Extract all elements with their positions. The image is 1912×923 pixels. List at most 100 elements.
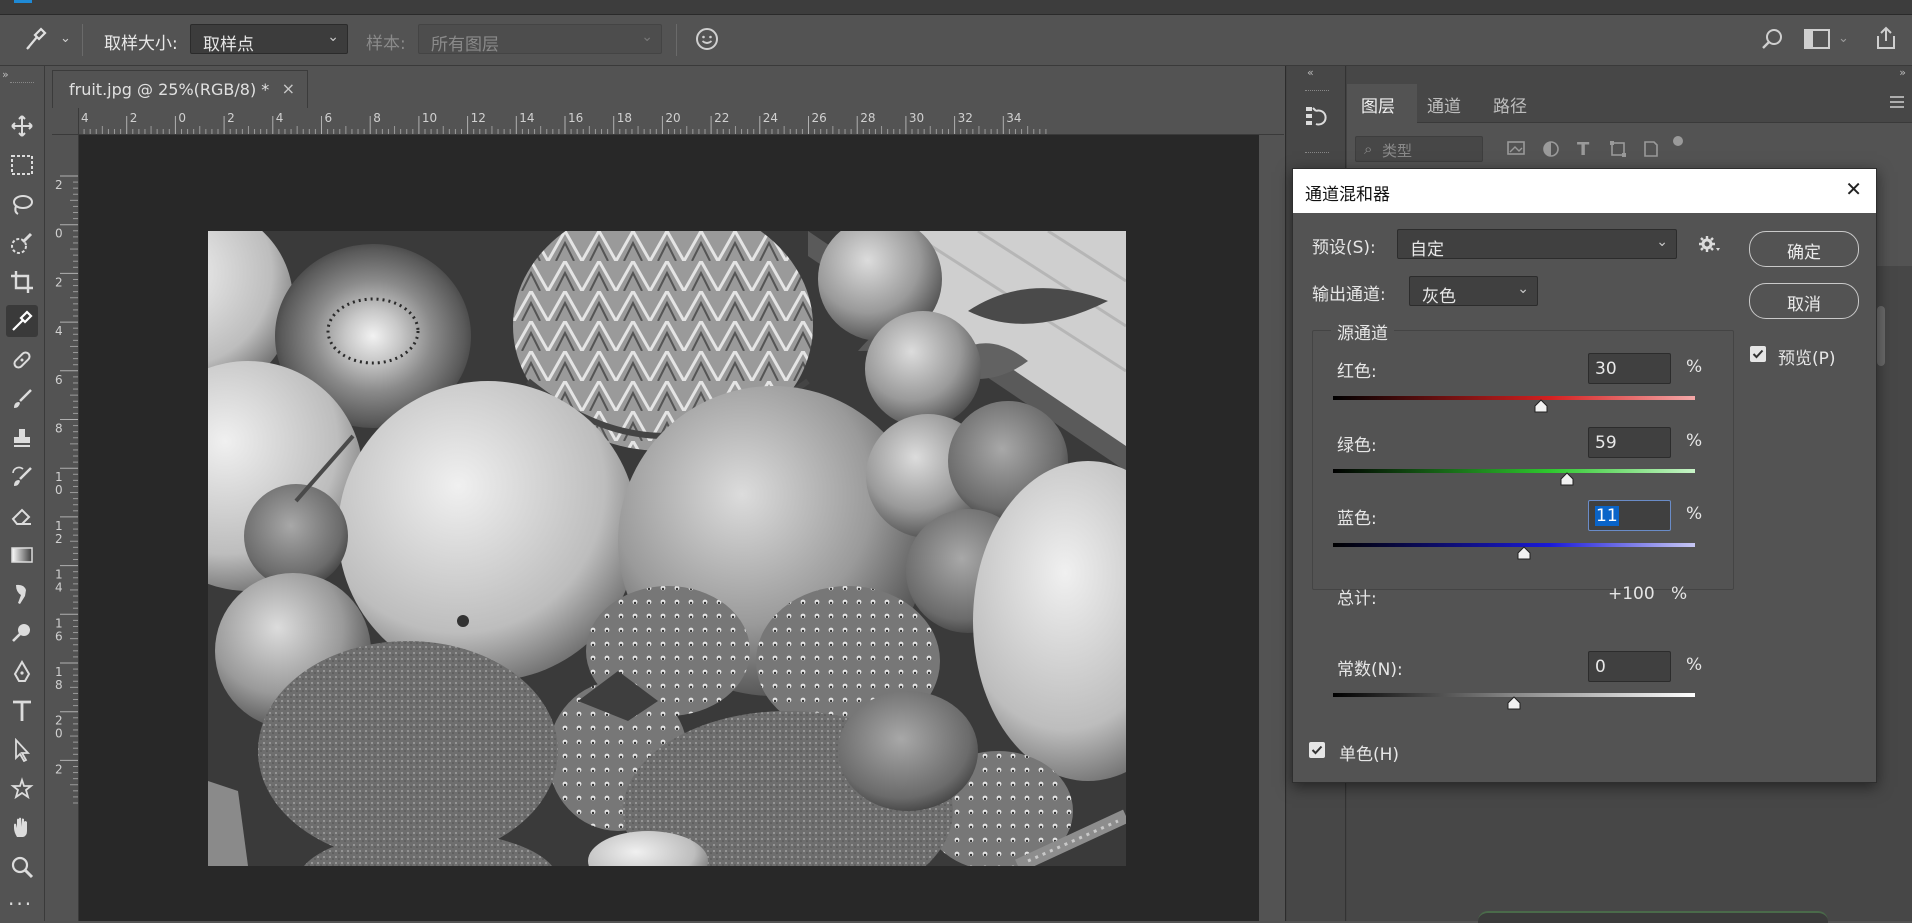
- red-slider-thumb[interactable]: [1534, 398, 1548, 417]
- vertical-ruler[interactable]: 2024681012141618202: [52, 134, 79, 921]
- healing-brush-tool-icon[interactable]: [6, 344, 38, 376]
- dialog-titlebar[interactable]: 通道混和器 ✕: [1293, 169, 1876, 213]
- sample-size-select[interactable]: 取样点 ⌄: [190, 24, 348, 55]
- crop-tool-icon[interactable]: [6, 266, 38, 298]
- panel-grip[interactable]: [1305, 152, 1329, 153]
- workspace-icon[interactable]: [1804, 29, 1830, 53]
- output-channel-select[interactable]: 灰色 ⌄: [1409, 276, 1538, 307]
- ruler-tick-label: 0: [55, 483, 63, 497]
- cancel-button[interactable]: 取消: [1749, 283, 1859, 319]
- ruler-tick-label: 2: [55, 532, 63, 546]
- stamp-tool-icon[interactable]: [6, 422, 38, 454]
- ruler-tick-label: 1: [55, 616, 63, 630]
- panel-menu-icon[interactable]: [1889, 94, 1905, 113]
- collapse-arrows-icon[interactable]: »: [1899, 66, 1906, 79]
- collapse-arrows-icon[interactable]: «: [1307, 66, 1314, 79]
- ruler-tick-label: 1: [55, 665, 63, 679]
- blue-slider-track[interactable]: [1333, 543, 1695, 547]
- smudge-tool-icon[interactable]: [6, 578, 38, 610]
- preview-checkbox[interactable]: [1750, 346, 1766, 362]
- panel-grip[interactable]: [1305, 90, 1329, 91]
- total-label: 总计:: [1337, 589, 1377, 609]
- collapse-arrows-icon[interactable]: »: [2, 68, 9, 81]
- lasso-tool-icon[interactable]: [6, 188, 38, 220]
- blue-slider-thumb[interactable]: [1517, 545, 1531, 564]
- total-value: +100: [1608, 584, 1655, 604]
- search-icon[interactable]: [1760, 27, 1784, 55]
- ruler-tick-label: 0: [55, 727, 63, 741]
- panel-header: »: [1347, 66, 1912, 84]
- ruler-tick-label: 32: [958, 111, 973, 125]
- filter-toggle[interactable]: [1673, 136, 1683, 146]
- dodge-tool-icon[interactable]: [6, 617, 38, 649]
- type-tool-icon[interactable]: [6, 695, 38, 727]
- hand-tool-icon[interactable]: [6, 812, 38, 844]
- ruler-ticks: 2024681012141618202: [55, 175, 78, 804]
- filter-type-icon[interactable]: T: [1577, 139, 1589, 160]
- eyedropper-tool-preset-icon[interactable]: [24, 26, 48, 56]
- sample-select[interactable]: 所有图层 ⌄: [418, 24, 662, 55]
- smiley-icon[interactable]: [694, 26, 720, 56]
- document-tab[interactable]: fruit.jpg @ 25%(RGB/8) * ×: [52, 70, 308, 108]
- constant-label: 常数(N):: [1337, 660, 1403, 680]
- quick-selection-tool-icon[interactable]: [6, 227, 38, 259]
- channel-mixer-dialog: 通道混和器 ✕ 预设(S): 自定 ⌄ 输出通道: 灰色 ⌄ 源通道 红色: 3…: [1292, 168, 1877, 783]
- gradient-tool-icon[interactable]: [6, 539, 38, 571]
- output-channel-value: 灰色: [1422, 287, 1456, 307]
- close-tab-icon[interactable]: ×: [282, 79, 295, 98]
- tool-preset-chevron-icon[interactable]: ⌄: [60, 31, 71, 46]
- ruler-tick-label: 6: [55, 629, 63, 643]
- blue-input[interactable]: 11: [1588, 500, 1671, 531]
- scrollbar-thumb[interactable]: [1877, 306, 1885, 366]
- preset-select[interactable]: 自定 ⌄: [1397, 229, 1677, 260]
- share-icon[interactable]: [1874, 25, 1898, 55]
- pen-tool-icon[interactable]: [6, 656, 38, 688]
- ruler-origin[interactable]: [52, 108, 79, 135]
- toolbar-grip[interactable]: [10, 82, 34, 85]
- close-icon[interactable]: ✕: [1845, 177, 1862, 201]
- brush-tool-icon[interactable]: [6, 383, 38, 415]
- history-brush-tool-icon[interactable]: [6, 461, 38, 493]
- layer-filter-select[interactable]: ⌕ 类型: [1355, 136, 1483, 162]
- tab-layers[interactable]: 图层: [1347, 84, 1418, 122]
- green-input[interactable]: 59: [1588, 427, 1671, 458]
- monochrome-checkbox[interactable]: [1309, 742, 1325, 758]
- output-channel-label: 输出通道:: [1312, 285, 1386, 305]
- filter-smart-object-icon[interactable]: [1642, 140, 1660, 162]
- red-slider-track[interactable]: [1333, 396, 1695, 400]
- marquee-tool-icon[interactable]: [6, 149, 38, 181]
- path-selection-tool-icon[interactable]: [6, 734, 38, 766]
- ruler-tick-label: 2: [227, 111, 235, 125]
- source-channels-label: 源通道: [1331, 319, 1394, 344]
- workspace-chevron-icon[interactable]: ⌄: [1838, 31, 1849, 46]
- horizontal-ruler[interactable]: 4 2 0 2 4 6 8 10 12 14 16 18 20 22 24 26 28 30 32 34: [52, 108, 1284, 135]
- custom-shape-tool-icon[interactable]: [6, 773, 38, 805]
- filter-adjustment-icon[interactable]: [1542, 140, 1560, 162]
- separator: [676, 24, 677, 56]
- history-icon[interactable]: [1303, 104, 1331, 136]
- eraser-tool-icon[interactable]: [6, 500, 38, 532]
- more-tools-icon[interactable]: ···: [8, 892, 33, 916]
- zoom-tool-icon[interactable]: [6, 851, 38, 883]
- tab-paths[interactable]: 路径: [1493, 92, 1527, 117]
- preview-label: 预览(P): [1778, 349, 1836, 369]
- green-slider-thumb[interactable]: [1560, 471, 1574, 490]
- ruler-tick-label: 8: [55, 422, 63, 436]
- tab-channels[interactable]: 通道: [1427, 92, 1461, 117]
- filter-image-icon[interactable]: [1507, 140, 1525, 160]
- constant-slider-thumb[interactable]: [1507, 695, 1521, 714]
- constant-input[interactable]: 0: [1588, 651, 1671, 682]
- preset-options-gear-icon[interactable]: [1696, 231, 1722, 261]
- red-input[interactable]: 30: [1588, 353, 1671, 384]
- ruler-tick-label: 12: [471, 111, 486, 125]
- green-slider-track[interactable]: [1333, 469, 1695, 473]
- ok-button[interactable]: 确定: [1749, 231, 1859, 267]
- move-tool-icon[interactable]: [6, 110, 38, 142]
- ruler-tick-label: 0: [55, 227, 63, 241]
- eyedropper-tool-icon[interactable]: [6, 305, 38, 337]
- filter-shape-icon[interactable]: [1609, 140, 1627, 162]
- ruler-tick-label: 16: [568, 111, 583, 125]
- ruler-tick-label: 20: [665, 111, 680, 125]
- ruler-tick-label: 1: [55, 519, 63, 533]
- fruit-image[interactable]: [208, 231, 1126, 866]
